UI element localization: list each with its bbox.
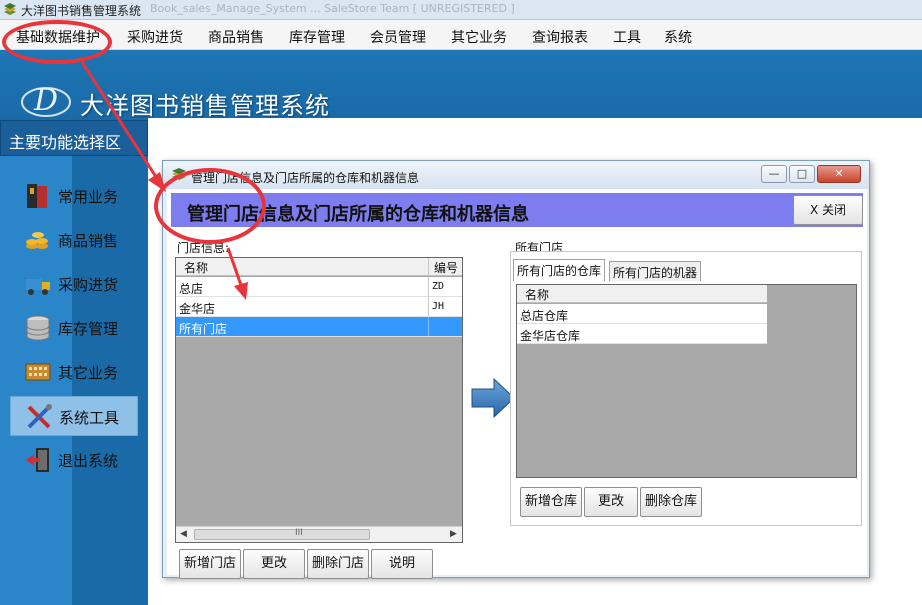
sidebar-title: 主要功能选择区 [0, 120, 148, 156]
store-name-cell: 金华店 [179, 302, 216, 316]
menu-system[interactable]: 系统 [664, 27, 692, 47]
app-book-icon [4, 3, 16, 15]
column-divider [428, 258, 429, 275]
table-row[interactable]: 总店仓库 [517, 304, 767, 324]
menu-other[interactable]: 其它业务 [451, 27, 507, 47]
banner-title: 大洋图书销售管理系统 [80, 92, 330, 120]
database-icon [26, 315, 50, 341]
sidebar-item-label: 其它业务 [58, 364, 119, 382]
warehouse-grid[interactable]: 名称 总店仓库 金华店仓库 [516, 284, 857, 478]
column-divider [428, 297, 429, 316]
sidebar-item-common[interactable]: 常用业务 [10, 176, 138, 216]
close-dialog-button[interactable]: X 关闭 [793, 195, 863, 225]
store-code-cell: JH [432, 301, 445, 312]
sidebar-item-label: 商品销售 [58, 232, 119, 250]
menu-tools[interactable]: 工具 [613, 27, 641, 47]
exit-icon [26, 448, 49, 472]
book-icon [27, 184, 47, 208]
help-button[interactable]: 说明 [371, 549, 433, 579]
store-management-dialog: 管理门店信息及门店所属的仓库和机器信息 — □ ✕ 管理门店信息及门店所属的仓库… [162, 160, 870, 579]
column-header-name[interactable]: 名称 [184, 259, 208, 276]
minimize-button[interactable]: — [761, 165, 787, 183]
horizontal-scrollbar[interactable]: ◀ III ▶ [176, 526, 462, 542]
close-icon: ✕ [834, 167, 844, 180]
menu-members[interactable]: 会员管理 [370, 27, 426, 47]
store-grid[interactable]: 名称 编号 总店 ZD 金华店 JH 所有门店 ◀ III ▶ [175, 257, 463, 543]
sidebar-item-purchase[interactable]: 采购进货 [10, 264, 138, 304]
menu-sales[interactable]: 商品销售 [208, 27, 264, 47]
sidebar-item-label: 采购进货 [58, 276, 119, 294]
sidebar-item-label: 常用业务 [58, 188, 119, 206]
store-name-cell: 所有门店 [179, 322, 228, 336]
sidebar-item-tools[interactable]: 系统工具 [10, 396, 138, 436]
tab-all-warehouses[interactable]: 所有门店的仓库 [513, 259, 606, 281]
sidebar-item-label: 库存管理 [58, 320, 119, 338]
scroll-left-icon[interactable]: ◀ [180, 529, 187, 539]
tab-all-machines[interactable]: 所有门店的机器 [609, 261, 702, 281]
sidebar-title-label: 主要功能选择区 [9, 133, 122, 152]
column-divider [428, 317, 429, 336]
delete-store-button[interactable]: 删除门店 [307, 549, 369, 579]
window-title: 大洋图书销售管理系统 [21, 4, 142, 18]
edit-warehouse-button[interactable]: 更改 [584, 487, 638, 517]
store-name-cell: 总店 [179, 282, 204, 296]
scroll-grip: III [295, 528, 303, 538]
dialog-body: 管理门店信息及门店所属的仓库和机器信息 X 关闭 门店信息: 名称 编号 总店 … [167, 189, 867, 579]
table-row[interactable]: 总店 ZD [176, 277, 462, 297]
sidebar-item-label: 系统工具 [59, 409, 120, 427]
coins-icon [26, 232, 48, 249]
dialog-header: 管理门店信息及门店所属的仓库和机器信息 X 关闭 [171, 193, 863, 227]
table-row-selected[interactable]: 所有门店 [176, 317, 462, 337]
sidebar-item-label: 退出系统 [58, 452, 119, 470]
store-grid-header: 名称 编号 [176, 258, 462, 276]
store-code-cell: ZD [432, 281, 445, 292]
sidebar-item-inventory[interactable]: 库存管理 [10, 308, 138, 348]
annotation-ellipse-header [154, 168, 266, 244]
sidebar-item-other[interactable]: 其它业务 [10, 352, 138, 392]
menu-bar: 基础数据维护 采购进货 商品销售 库存管理 会员管理 其它业务 查询报表 工具 … [0, 20, 922, 50]
svg-text:D: D [33, 83, 58, 118]
delete-warehouse-button[interactable]: 删除仓库 [640, 487, 702, 517]
table-row[interactable]: 金华店仓库 [517, 324, 767, 344]
menu-inventory[interactable]: 库存管理 [289, 27, 345, 47]
sidebar-item-sales[interactable]: 商品销售 [10, 220, 138, 260]
table-row[interactable]: 金华店 JH [176, 297, 462, 317]
minimize-icon: — [768, 167, 780, 180]
dy-logo-icon: D [21, 83, 71, 118]
truck-icon [26, 279, 50, 295]
menu-reports[interactable]: 查询报表 [532, 27, 588, 47]
warehouse-grid-header: 名称 [517, 285, 767, 303]
maximize-icon: □ [796, 167, 808, 180]
add-store-button[interactable]: 新增门店 [179, 549, 241, 579]
window-title-blurred: Book_sales_Manage_System ... SaleStore T… [150, 2, 515, 15]
sidebar-item-exit[interactable]: 退出系统 [10, 440, 138, 480]
app-banner: D 大洋图书销售管理系统 [0, 50, 922, 120]
add-warehouse-button[interactable]: 新增仓库 [520, 487, 582, 517]
edit-store-button[interactable]: 更改 [243, 549, 305, 579]
warehouse-name-cell: 总店仓库 [520, 309, 569, 323]
warehouse-name-cell: 金华店仓库 [520, 329, 581, 343]
column-header-code[interactable]: 编号 [434, 259, 458, 276]
column-divider [428, 277, 429, 296]
column-header-name[interactable]: 名称 [525, 286, 549, 303]
menu-purchase[interactable]: 采购进货 [127, 27, 183, 47]
scroll-thumb[interactable]: III [194, 528, 370, 540]
scroll-right-icon[interactable]: ▶ [450, 529, 457, 539]
calculator-icon [25, 363, 51, 381]
window-close-button[interactable]: ✕ [817, 165, 861, 183]
annotation-ellipse-menu [2, 20, 112, 64]
maximize-button[interactable]: □ [789, 165, 815, 183]
sidebar: 主要功能选择区 常用业务 商品销售 采购进货 库存管理 其它业务 系统工具 退出… [0, 118, 148, 605]
tools-icon [27, 404, 52, 429]
dialog-titlebar[interactable]: 管理门店信息及门店所属的仓库和机器信息 — □ ✕ [163, 161, 869, 189]
window-titlebar: 大洋图书销售管理系统 Book_sales_Manage_System ... … [0, 0, 922, 20]
